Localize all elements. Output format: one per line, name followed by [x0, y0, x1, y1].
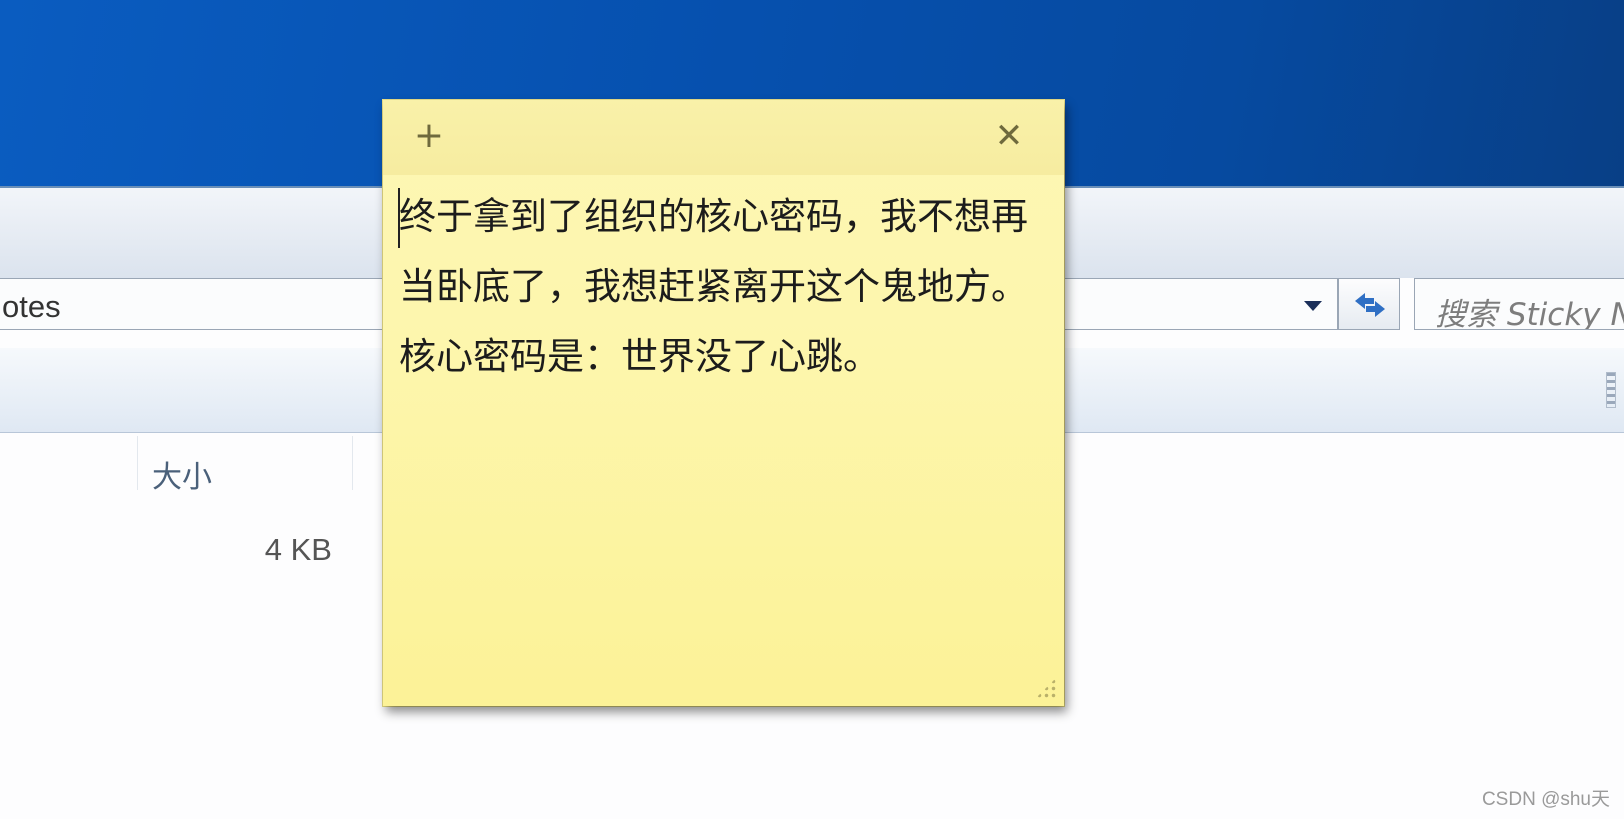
- close-note-button[interactable]: ✕: [987, 114, 1031, 158]
- file-size-value: 4 KB: [264, 532, 332, 567]
- sticky-note[interactable]: + ✕ 终于拿到了组织的核心密码，我不想再当卧底了，我想赶紧离开这个鬼地方。核心…: [383, 100, 1064, 706]
- column-header-size[interactable]: 大小: [152, 452, 212, 496]
- sticky-note-header[interactable]: + ✕: [383, 100, 1064, 175]
- column-divider[interactable]: [137, 436, 138, 490]
- plus-icon: +: [413, 115, 445, 156]
- sticky-note-text[interactable]: 终于拿到了组织的核心密码，我不想再当卧底了，我想赶紧离开这个鬼地方。核心密码是：…: [399, 182, 1039, 392]
- resize-grip-icon[interactable]: [1036, 678, 1056, 698]
- column-divider[interactable]: [352, 436, 353, 490]
- search-placeholder: 搜索 Sticky N: [1435, 297, 1624, 330]
- refresh-icon: [1355, 293, 1385, 317]
- add-note-button[interactable]: +: [407, 114, 451, 158]
- address-dropdown-icon[interactable]: [1304, 301, 1322, 311]
- address-text: otes: [2, 289, 61, 324]
- close-icon: ✕: [994, 116, 1024, 156]
- watermark: CSDN @shu天: [1481, 789, 1610, 810]
- search-input[interactable]: 搜索 Sticky N: [1414, 278, 1624, 330]
- toolbar-grip-icon[interactable]: [1606, 372, 1616, 408]
- refresh-button[interactable]: [1338, 278, 1400, 330]
